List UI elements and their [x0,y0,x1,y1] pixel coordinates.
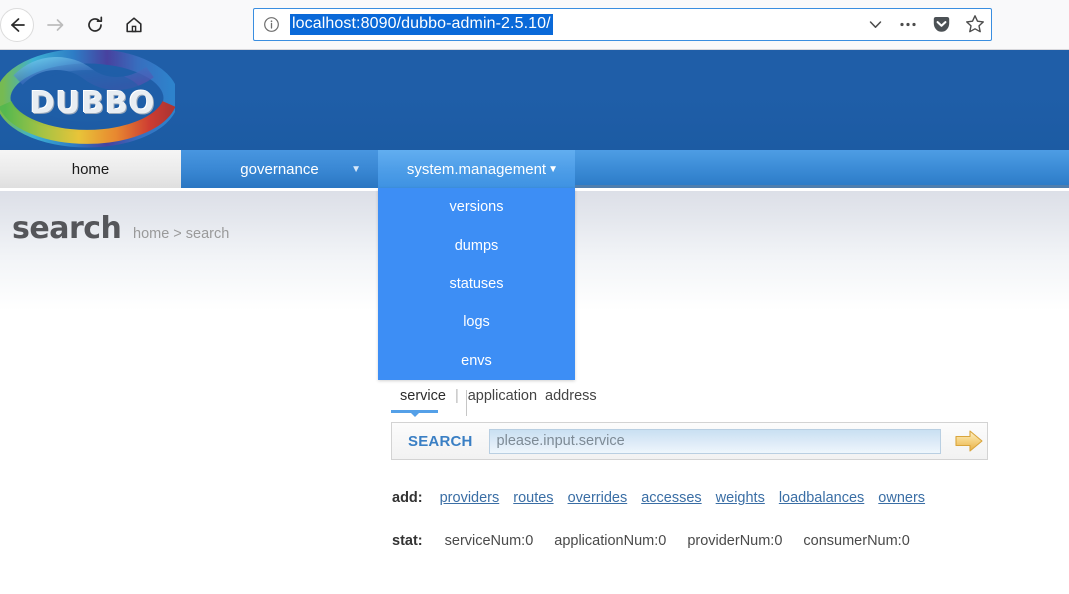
chevron-down-icon: ▼ [548,163,558,175]
add-link-providers[interactable]: providers [440,490,500,506]
search-submit-button[interactable] [954,428,984,454]
reload-button[interactable] [78,8,112,42]
add-label: add: [392,490,423,506]
back-button[interactable] [0,8,34,42]
nav-tab-governance[interactable]: governance ▼ [181,150,378,188]
logo-text: DUBBO [30,86,156,121]
dropdown-item-dumps[interactable]: dumps [378,226,575,264]
url-text[interactable]: localhost:8090/dubbo-admin-2.5.10/ [290,14,553,35]
stat-row: stat: serviceNum:0 applicationNum:0 prov… [392,533,931,549]
search-label: SEARCH [408,432,473,450]
tab-service-active-arrow [410,412,420,417]
browser-toolbar: localhost:8090/dubbo-admin-2.5.10/ [0,0,1069,50]
home-icon [126,17,142,33]
tab-application[interactable]: application [468,388,537,404]
nav-tab-system-management-label: system.management [406,160,547,178]
add-row: add: providers routes overrides accesses… [392,490,939,506]
forward-button [38,8,72,42]
history-dropdown-icon[interactable] [867,16,884,33]
dropdown-item-statuses[interactable]: statuses [378,265,575,303]
stat-label: stat: [392,533,423,549]
tab-separator: | [454,388,459,404]
info-circle-icon[interactable] [263,16,280,33]
dropdown-item-label: envs [461,352,492,369]
add-link-routes[interactable]: routes [513,490,553,506]
back-arrow-icon [11,18,25,32]
add-link-accesses[interactable]: accesses [641,490,701,506]
dropdown-item-label: dumps [454,237,499,254]
chevron-down-icon: ▼ [351,163,361,175]
dropdown-item-label: versions [449,199,504,216]
nav-tab-system-management[interactable]: system.management ▼ [378,150,575,188]
search-box: SEARCH [391,422,988,460]
dropdown-item-versions[interactable]: versions [378,188,575,226]
stat-service-num: serviceNum:0 [444,533,534,549]
tab-vertical-separator [466,390,467,416]
page-actions-icon[interactable] [898,16,918,33]
dropdown-item-label: logs [463,314,490,331]
add-link-overrides[interactable]: overrides [568,490,628,506]
search-input[interactable] [488,428,941,454]
stat-consumer-num: consumerNum:0 [803,533,910,549]
reload-icon [88,16,103,32]
site-header: DUBBO [0,50,1069,150]
search-panel: service | application address [391,388,991,414]
stat-provider-num: providerNum:0 [687,533,783,549]
url-bar[interactable]: localhost:8090/dubbo-admin-2.5.10/ [253,8,992,41]
urlbar-actions [867,9,985,39]
stat-application-num: applicationNum:0 [554,533,667,549]
add-link-weights[interactable]: weights [716,490,765,506]
search-type-tabs: service | application address [391,388,991,414]
forward-arrow-icon [47,19,64,31]
main-nav: home governance ▼ system.management ▼ [0,150,1069,188]
dropdown-item-logs[interactable]: logs [378,303,575,341]
tab-service[interactable]: service [400,388,446,407]
dropdown-item-label: statuses [449,275,504,292]
tab-address[interactable]: address [545,388,597,404]
system-management-dropdown: versions dumps statuses logs envs [378,188,575,380]
bookmark-star-icon[interactable] [965,14,985,34]
dropdown-item-envs[interactable]: envs [378,342,575,380]
pocket-icon[interactable] [932,15,951,34]
right-arrow-icon [954,430,983,452]
nav-tab-governance-label: governance [240,160,319,178]
breadcrumb: home > search [133,226,230,242]
add-link-loadbalances[interactable]: loadbalances [779,490,864,506]
nav-tab-home-label: home [71,160,110,178]
home-button[interactable] [117,8,151,42]
page-title: search [12,211,122,246]
nav-tab-home[interactable]: home [0,150,181,188]
add-link-owners[interactable]: owners [878,490,925,506]
